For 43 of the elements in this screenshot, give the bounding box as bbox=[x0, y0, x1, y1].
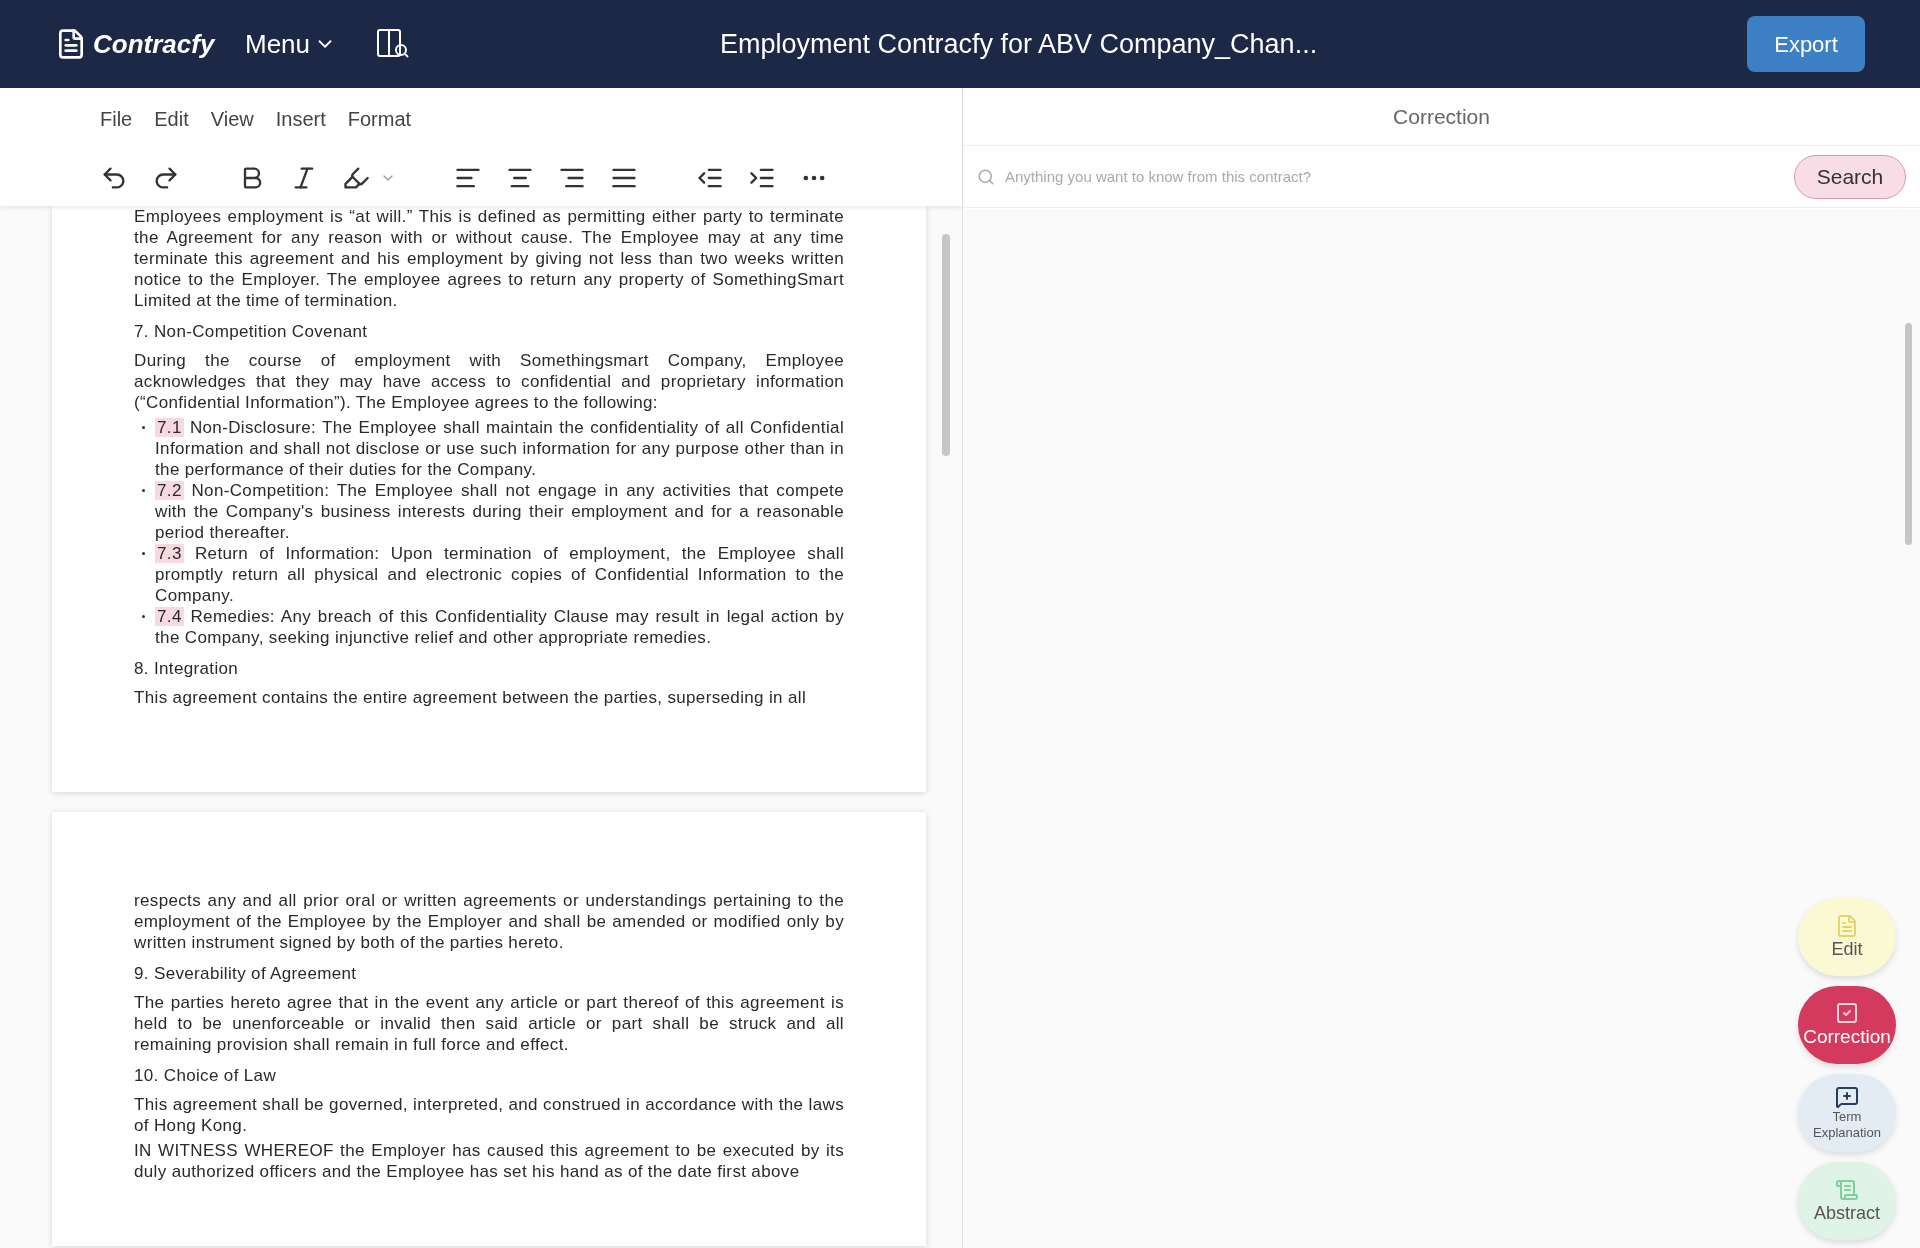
bullet-icon bbox=[142, 615, 145, 618]
paragraph: During the course of employment with Somethingsmart Company, Employee acknowledges that they may have access to confidential and proprietary information (“Confidential Information”). The Employee agrees to the following: bbox=[134, 350, 844, 413]
menu-button[interactable]: Menu bbox=[245, 24, 337, 64]
section-heading: 7. Non-Competition Covenant bbox=[134, 321, 369, 342]
chat-plus-icon bbox=[1835, 1084, 1859, 1109]
bullet-icon bbox=[142, 489, 145, 492]
search-icon bbox=[977, 167, 995, 186]
list-item: 7.2 Non-Competition: The Employee shall not engage in any activities that compete with the Company's business interests during their employment and for a reasonable period thereafter. bbox=[155, 480, 844, 543]
bullet-icon bbox=[142, 552, 145, 555]
menu-item[interactable]: Insert bbox=[275, 104, 326, 134]
list-item: 7.1 Non-Disclosure: The Employee shall maintain the confidentiality of all Confidential Information and shall not disclose or use such information for any purpose other than in the performance of their duties for the Company. bbox=[155, 417, 844, 480]
panel-search-icon[interactable] bbox=[376, 28, 411, 60]
document-icon bbox=[1835, 913, 1859, 938]
export-button[interactable]: Export bbox=[1747, 16, 1865, 72]
paragraph: This agreement contains the entire agreement between the parties, superseding in all bbox=[134, 687, 807, 708]
search-button[interactable]: Search bbox=[1794, 154, 1906, 199]
scroll-icon bbox=[1835, 1177, 1859, 1202]
list-item: 7.4 Remedies: Any breach of this Confidentiality Clause may result in legal action by the Company, seeking injunctive relief and other appropriate remedies. bbox=[155, 606, 844, 648]
side-tool-button[interactable]: Abstract bbox=[1798, 1162, 1896, 1240]
section-heading: 10. Choice of Law bbox=[134, 1065, 278, 1086]
logo-text: Contracfy bbox=[93, 27, 215, 61]
menu-item[interactable]: Edit bbox=[154, 104, 189, 134]
side-tool-button[interactable]: Edit bbox=[1798, 898, 1896, 976]
scrollbar-thumb[interactable] bbox=[942, 234, 950, 456]
paragraph: This agreement shall be governed, interpreted, and construed in accordance with the laws of Hong Kong. bbox=[134, 1094, 844, 1136]
menu-item[interactable]: View bbox=[210, 104, 254, 134]
checkbox-icon bbox=[1835, 1001, 1859, 1026]
document-title: Employment Contracfy for ABV Company_Chan... bbox=[718, 27, 1319, 61]
side-tool-button[interactable]: Term Explanation bbox=[1798, 1074, 1896, 1152]
bullet-icon bbox=[142, 426, 145, 429]
list-item: 7.3 Return of Information: Upon termination of employment, the Employee shall promptly return all physical and electronic copies of Confidential Information to the Company. bbox=[155, 543, 844, 606]
menu-item[interactable]: Format bbox=[347, 104, 412, 134]
section-heading: 8. Integration bbox=[134, 658, 240, 679]
paragraph: Employees employment is “at will.” This is defined as permitting either party to terminate the Agreement for any reason with or without cause. The Employee may at any time terminate this agreement and his employment by giving not less than two weeks written notice to the Employer. The employee agrees to return any property of SomethingSmart Limited at the time of termination. bbox=[134, 206, 844, 311]
highlighter-icon[interactable] bbox=[342, 164, 370, 192]
paragraph: respects any and all prior oral or written agreements or understandings pertaining to the employment of the Employee by the Employer and shall be amended or modified only by written instrument signed by both of the parties hereto. bbox=[134, 890, 844, 953]
section-heading: 9. Severability of Agreement bbox=[134, 963, 358, 984]
paragraph: IN WITNESS WHEREOF the Employer has caused this agreement to be executed by its duly authorized officers and the Employee has set his hand as of the date first above bbox=[134, 1140, 844, 1182]
paragraph: The parties hereto agree that in the event any article or part thereof of this agreement is held to be unenforceable or invalid then said article or part shall be struck and all remaining provision shall remain in full force and effect. bbox=[134, 992, 844, 1055]
scrollbar-thumb[interactable] bbox=[1905, 323, 1912, 545]
menu-item[interactable]: File bbox=[100, 104, 133, 134]
panel-title: Correction bbox=[1393, 103, 1490, 130]
side-tool-button[interactable]: Correction bbox=[1798, 986, 1896, 1064]
